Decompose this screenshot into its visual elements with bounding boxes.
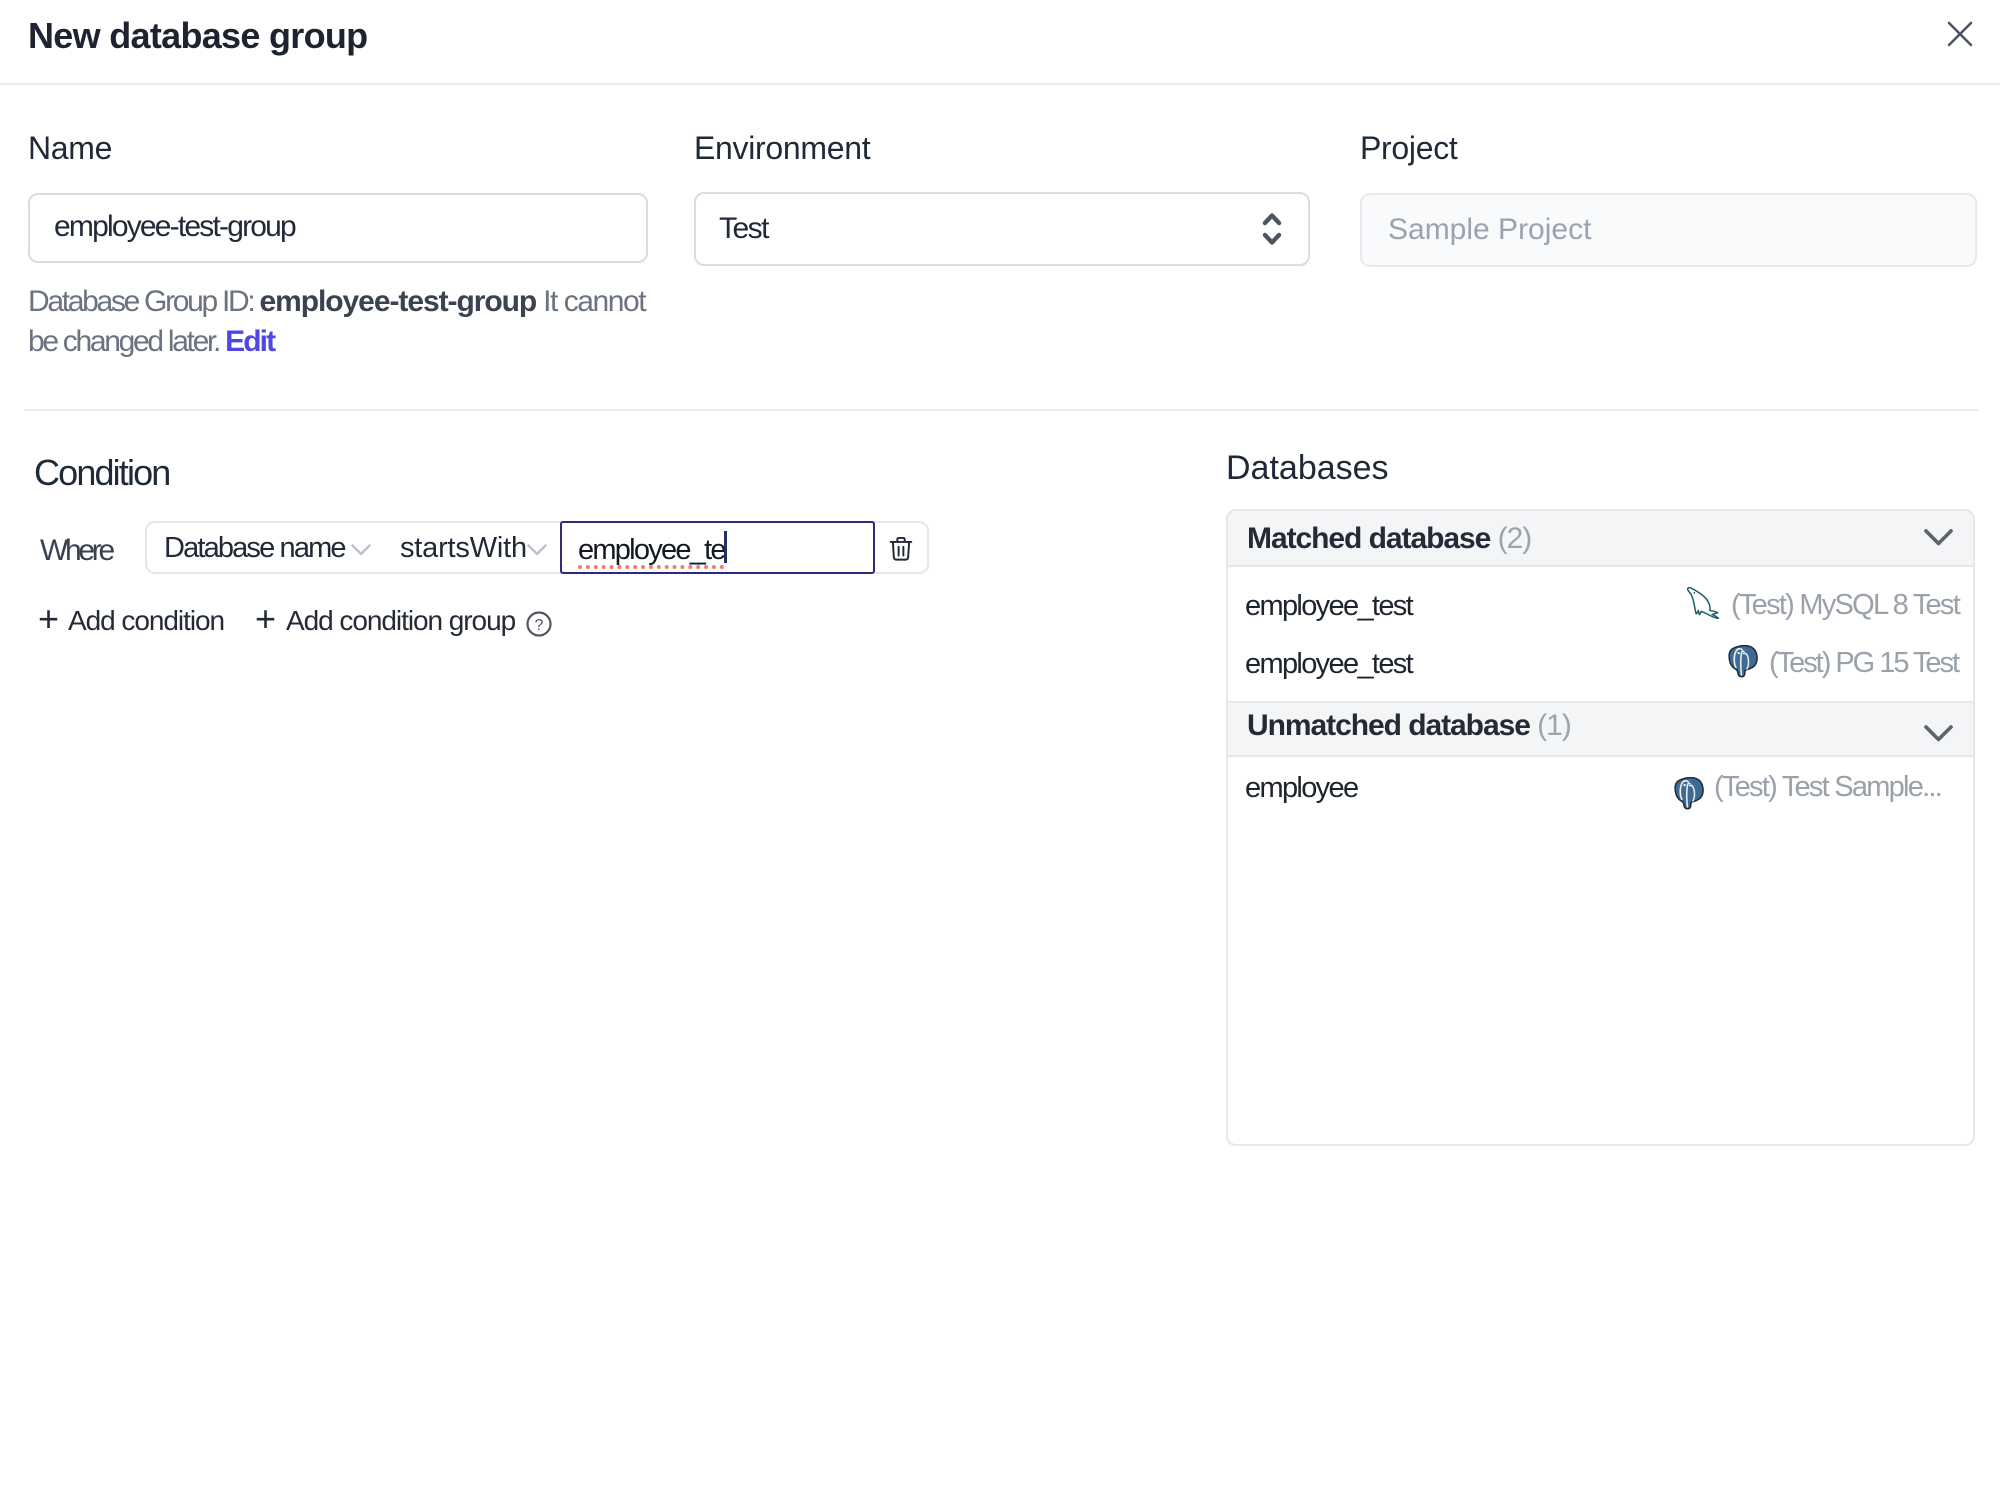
svg-text:?: ? xyxy=(535,617,544,634)
